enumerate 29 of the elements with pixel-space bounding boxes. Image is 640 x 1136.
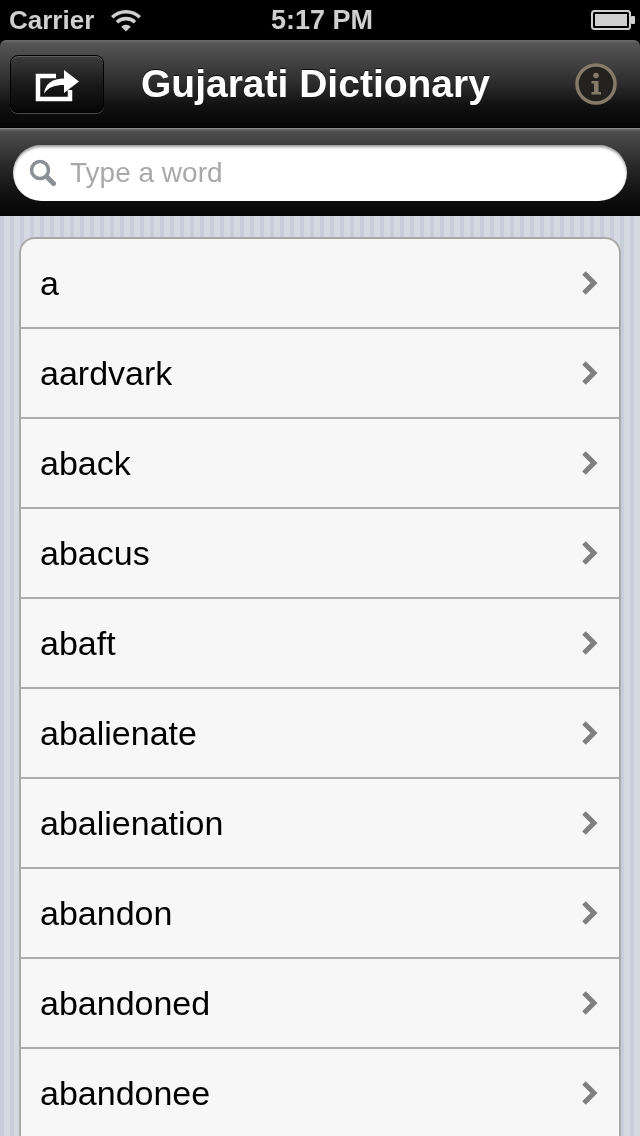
word-row[interactable]: aardvark: [21, 329, 619, 419]
clock: 5:17 PM: [270, 5, 373, 35]
search-field[interactable]: Type a word: [13, 144, 627, 201]
word-row[interactable]: abandon: [21, 869, 619, 959]
chevron-icon: [581, 1080, 599, 1106]
word-row[interactable]: abaft: [21, 599, 619, 689]
word-row[interactable]: abalienation: [21, 779, 619, 869]
word-row[interactable]: abandoned: [21, 959, 619, 1049]
chevron-icon: [581, 900, 599, 926]
chevron-icon: [581, 450, 599, 476]
info-icon[interactable]: [575, 62, 617, 105]
chevron-icon: [581, 810, 599, 836]
app-title: Gujarati Dictionary: [141, 60, 490, 107]
carrier-label: Carrier: [9, 5, 95, 35]
wifi-icon: [110, 8, 143, 32]
word-row[interactable]: abandonee: [21, 1049, 619, 1136]
chevron-icon: [581, 630, 599, 656]
chevron-icon: [581, 990, 599, 1016]
chevron-icon: [581, 540, 599, 566]
word-row[interactable]: a: [21, 239, 619, 329]
word-row[interactable]: aback: [21, 419, 619, 509]
chevron-icon: [581, 360, 599, 386]
word-row[interactable]: abacus: [21, 509, 619, 599]
chevron-icon: [581, 270, 599, 296]
search-icon: [29, 158, 56, 186]
chevron-icon: [581, 720, 599, 746]
share-button[interactable]: [10, 54, 104, 113]
battery-icon: [591, 10, 635, 30]
word-row[interactable]: abalienate: [21, 689, 619, 779]
